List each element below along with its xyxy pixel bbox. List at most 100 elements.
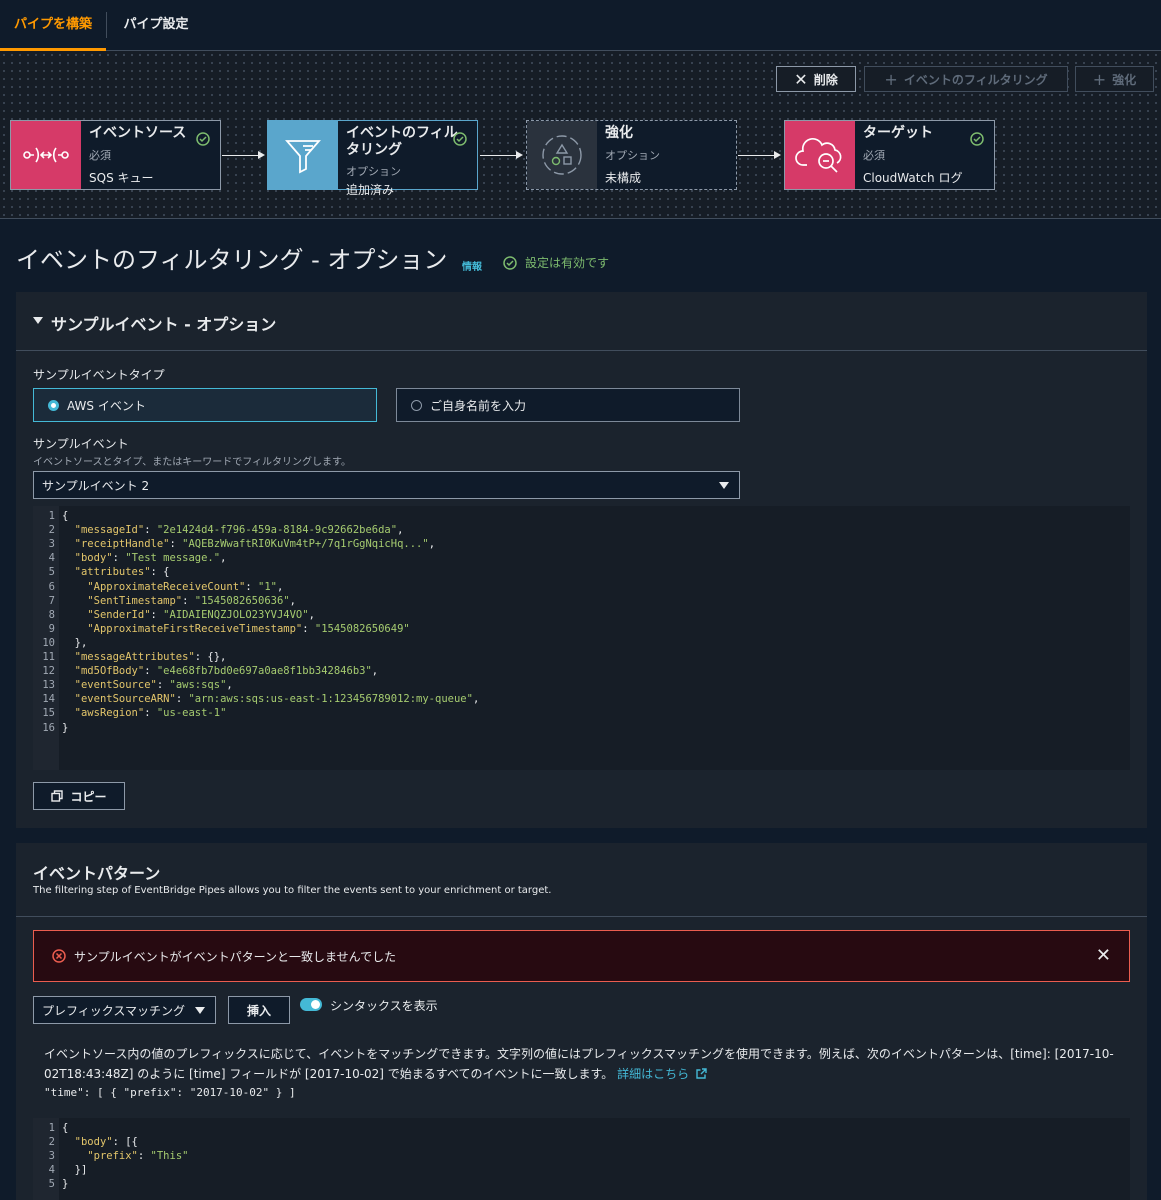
caret-down-icon [195, 1007, 205, 1014]
code-punct: } [62, 1178, 69, 1191]
check-circle-icon [970, 131, 984, 150]
code-punct: { [62, 1122, 69, 1134]
radio-custom-event-label: ご自身名前を入力 [430, 398, 527, 413]
line-number: 4 [48, 552, 55, 565]
line-number: 5 [48, 1178, 55, 1191]
line-number: 2 [48, 524, 55, 537]
code-line: { [62, 1121, 68, 1135]
code-punct: }] [74, 1164, 88, 1177]
code-punct: : [182, 594, 195, 607]
code-line: "eventSource": "aws:sqs", [62, 678, 233, 692]
code-punct: } [62, 721, 69, 734]
tab-pipe-settings[interactable]: パイプ設定 [110, 0, 202, 48]
delete-label: 削除 [813, 72, 838, 87]
radio-custom-event[interactable]: ご自身名前を入力 [396, 388, 740, 422]
code-key: "attributes" [74, 566, 151, 579]
line-number: 7 [48, 594, 55, 607]
learn-more-label: 詳細はこちら [617, 1067, 690, 1081]
sample-event-header[interactable]: サンプルイベント - オプション [16, 292, 1147, 351]
code-string: "e4e68fb7bd0e697a0ae8f1bb342846b3" [156, 665, 372, 678]
line-number: 1 [48, 510, 55, 522]
code-key: "SenderId" [87, 608, 151, 621]
flow-arrow [222, 151, 265, 159]
line-number: 11 [42, 651, 55, 663]
line-number: 4 [48, 1164, 55, 1177]
radio-selected-icon [48, 399, 59, 411]
code-punct: , [371, 665, 379, 678]
insert-button[interactable]: 挿入 [228, 996, 290, 1024]
code-string: "Test message." [125, 552, 221, 565]
filter-node-value: 追加済み [346, 183, 395, 197]
filter-icon [268, 121, 338, 189]
dismiss-alert-icon[interactable]: ✕ [1096, 945, 1111, 966]
sample-event-code-editor[interactable]: 1 {2 "messageId": "2e1424d4-f796-459a-818… [33, 506, 1130, 770]
info-link[interactable]: 情報 [462, 258, 482, 273]
code-punct: : [112, 552, 126, 565]
prefix-help-text: イベントソース内の値のプレフィックスに応じて、イベントをマッチングできます。文字… [44, 1044, 1124, 1084]
prefix-help-body: イベントソース内の値のプレフィックスに応じて、イベントをマッチングできます。文字… [44, 1047, 1114, 1081]
code-punct: : [175, 693, 189, 706]
code-key: "awsRegion" [74, 707, 145, 720]
add-enrichment-button[interactable]: + 強化 [1075, 66, 1154, 92]
syntax-toggle[interactable] [300, 998, 322, 1011]
code-string: "us-east-1" [156, 707, 227, 720]
code-key: "body" [74, 1136, 113, 1149]
sample-event-title: サンプルイベント - オプション [51, 315, 277, 334]
add-filter-button[interactable]: + イベントのフィルタリング [864, 66, 1068, 92]
event-pattern-code-editor[interactable]: 1 {2 "body": [{3 "prefix": "This" 4 }] 5} [33, 1118, 1130, 1200]
code-key: "body" [74, 552, 113, 565]
code-line: "ApproximateReceiveCount": "1", [62, 580, 283, 594]
cloudwatch-icon [785, 121, 855, 189]
copy-label: コピー [70, 789, 107, 804]
line-number: 2 [48, 1136, 55, 1149]
code-punct: , [276, 580, 284, 593]
code-key: "ApproximateReceiveCount" [87, 580, 246, 593]
code-key: "SentTimestamp" [87, 594, 183, 607]
code-key: "md5OfBody" [74, 665, 145, 678]
code-punct: : [144, 665, 157, 678]
code-line: "SentTimestamp": "1545082650636", [62, 594, 296, 608]
code-key: "messageId" [74, 524, 145, 537]
delete-button[interactable]: ✕ 削除 [776, 66, 856, 92]
sample-event-description: イベントソースとタイプ、またはキーワードでフィルタリングします。 [33, 457, 351, 468]
event-pattern-description: The filtering step of EventBridge Pipes … [33, 885, 552, 896]
no-match-alert: サンプルイベントがイベントパターンと一致しませんでした ✕ [33, 930, 1130, 982]
target-node[interactable]: ターゲット 必須 CloudWatch ログ [784, 120, 995, 190]
sample-event-select[interactable]: サンプルイベント 2 [33, 471, 740, 499]
sample-event-panel: サンプルイベント - オプション サンプルイベントタイプ AWS イベント ご自… [16, 292, 1147, 828]
enrichment-node[interactable]: 強化 オプション 未構成 [526, 120, 737, 190]
line-number: 6 [48, 580, 55, 593]
source-node-title: イベントソース [89, 125, 187, 141]
tab-build-pipe[interactable]: パイプを構築 [0, 0, 106, 51]
code-string: "AQEBzWwaftRI0KuVm4tP+/7q1rGgNqicHq..." [182, 538, 429, 551]
source-node[interactable]: イベントソース 必須 SQS キュー [10, 120, 221, 190]
line-number: 1 [48, 1122, 55, 1134]
code-key: "eventSource" [74, 679, 157, 692]
code-punct: : [144, 524, 157, 537]
event-pattern-panel: イベントパターン The filtering step of EventBrid… [16, 843, 1147, 1200]
matching-type-select[interactable]: プレフィックスマッチング [33, 996, 216, 1024]
code-line: "prefix": "This" [62, 1149, 188, 1163]
radio-aws-event[interactable]: AWS イベント [33, 388, 377, 422]
code-key: "messageAttributes" [74, 651, 195, 663]
add-enrichment-label: 強化 [1112, 72, 1137, 87]
filter-node[interactable]: イベントのフィルタリング オプション 追加済み [267, 120, 478, 197]
code-punct: , [226, 679, 233, 692]
code-punct: , [397, 524, 404, 537]
learn-more-link[interactable]: 詳細はこちら [617, 1067, 707, 1081]
event-pattern-header: イベントパターン The filtering step of EventBrid… [16, 843, 1147, 917]
code-punct: : { [150, 566, 170, 579]
code-string: "1545082650649" [314, 622, 410, 635]
line-number: 14 [42, 693, 55, 706]
line-number: 10 [42, 636, 55, 649]
line-number: 15 [42, 707, 55, 720]
code-line: "body": [{ [62, 1135, 138, 1149]
config-valid-status: 設定は有効です [503, 254, 609, 271]
flow-arrow [480, 151, 523, 159]
code-string: "2e1424d4-f796-459a-8184-9c92662be6da" [156, 524, 398, 537]
error-circle-icon [52, 949, 66, 963]
copy-button[interactable]: コピー [33, 782, 125, 810]
sample-event-select-value: サンプルイベント 2 [42, 478, 150, 493]
code-line: "SenderId": "AIDAIENQZJOLO23YVJ4VO", [62, 608, 315, 622]
sample-event-type-label: サンプルイベントタイプ [33, 368, 165, 382]
